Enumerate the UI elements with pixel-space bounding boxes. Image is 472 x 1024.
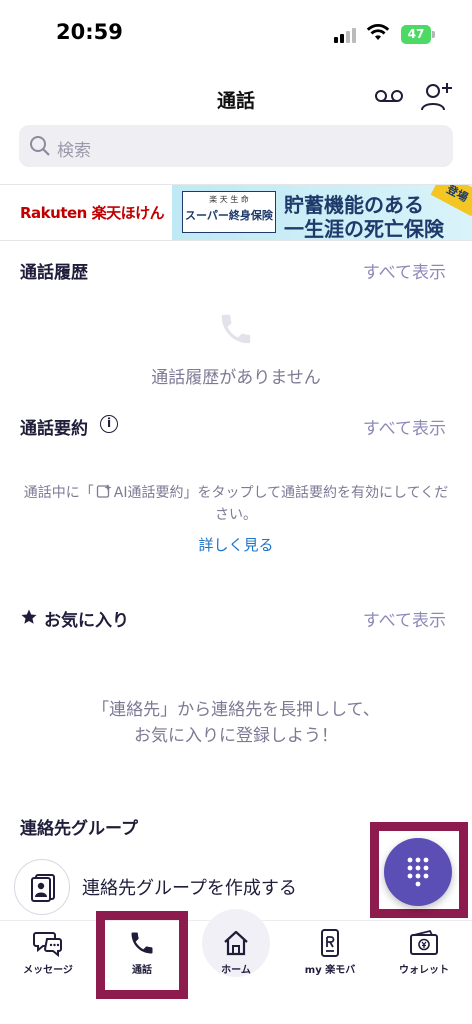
phone-icon <box>221 314 251 344</box>
ad-product-name: スーパー終身保険 <box>185 209 273 222</box>
learn-more-link[interactable]: 詳しく見る <box>0 534 472 555</box>
favorites-title: お気に入り <box>44 611 129 631</box>
nav-my-rakuten-label: my 楽モバ <box>304 965 356 976</box>
contact-group-icon[interactable] <box>14 859 70 915</box>
battery-indicator: 47 <box>401 25 431 44</box>
nav-home[interactable]: ホーム <box>196 929 276 976</box>
nav-messages[interactable]: メッセージ <box>8 929 88 976</box>
call-history-see-all[interactable]: すべて表示 <box>363 258 446 283</box>
ad-corner-badge: 登場 <box>430 185 472 217</box>
ad-brand-area: Rakuten 楽天ほけん <box>0 185 172 240</box>
ad-headline-2: 一生涯の死亡保険 <box>284 217 444 241</box>
nav-wallet[interactable]: ウォレット <box>384 929 464 976</box>
dialpad-button[interactable] <box>384 838 452 906</box>
voicemail-icon[interactable] <box>372 84 406 108</box>
wallet-icon <box>410 929 438 955</box>
mobile-icon <box>321 929 339 957</box>
add-contact-icon[interactable] <box>420 80 454 112</box>
bottom-nav: メッセージ 通話 ホーム my 楽モバ ウォレット <box>0 909 472 1024</box>
nav-messages-label: メッセージ <box>23 965 73 976</box>
signal-icon <box>334 27 358 43</box>
call-history-empty: 通話履歴がありません <box>151 368 321 388</box>
message-icon <box>33 932 62 957</box>
battery-tip <box>432 31 435 38</box>
search-icon <box>30 136 50 156</box>
search-input[interactable]: 検索 <box>19 125 453 167</box>
contact-book-icon <box>31 874 55 902</box>
favorites-hint: 「連絡先」から連絡先を長押しして、 お気に入りに登録しよう！ <box>92 700 380 746</box>
ad-creative: 楽 天 生 命 スーパー終身保険 貯蓄機能のある 一生涯の死亡保険 登場 <box>172 185 472 241</box>
create-contact-group[interactable]: 連絡先グループを作成する <box>82 874 297 900</box>
call-history-title: 通話履歴 <box>20 263 88 283</box>
ad-product-box: 楽 天 生 命 スーパー終身保険 <box>182 191 276 233</box>
ad-product-top: 楽 天 生 命 <box>209 195 249 204</box>
dialpad-icon <box>407 857 429 887</box>
ai-summary-icon <box>96 484 112 498</box>
nav-wallet-label: ウォレット <box>399 965 449 976</box>
status-time: 20:59 <box>56 20 123 44</box>
call-summary-see-all[interactable]: すべて表示 <box>363 414 446 439</box>
info-icon[interactable]: i <box>100 415 118 433</box>
favorites-see-all[interactable]: すべて表示 <box>363 606 446 631</box>
status-bar: 20:59 47 <box>0 0 472 64</box>
nav-home-label: ホーム <box>221 965 251 976</box>
home-icon <box>224 930 248 956</box>
search-placeholder: 検索 <box>57 141 91 161</box>
contact-groups-title: 連絡先グループ <box>20 819 138 839</box>
wifi-icon <box>366 24 390 40</box>
nav-my-rakuten[interactable]: my 楽モバ <box>290 929 370 976</box>
call-summary-title: 通話要約 <box>20 419 88 439</box>
ad-brand: Rakuten 楽天ほけん <box>20 204 165 222</box>
ad-banner[interactable]: Rakuten 楽天ほけん 楽 天 生 命 スーパー終身保険 貯蓄機能のある 一… <box>0 184 472 241</box>
call-summary-hint: 通話中に「 AI通話要約」をタップして通話要約を有効にしてください。 <box>23 484 449 523</box>
star-icon <box>21 609 37 624</box>
nav-calls-highlight-box <box>96 911 188 999</box>
